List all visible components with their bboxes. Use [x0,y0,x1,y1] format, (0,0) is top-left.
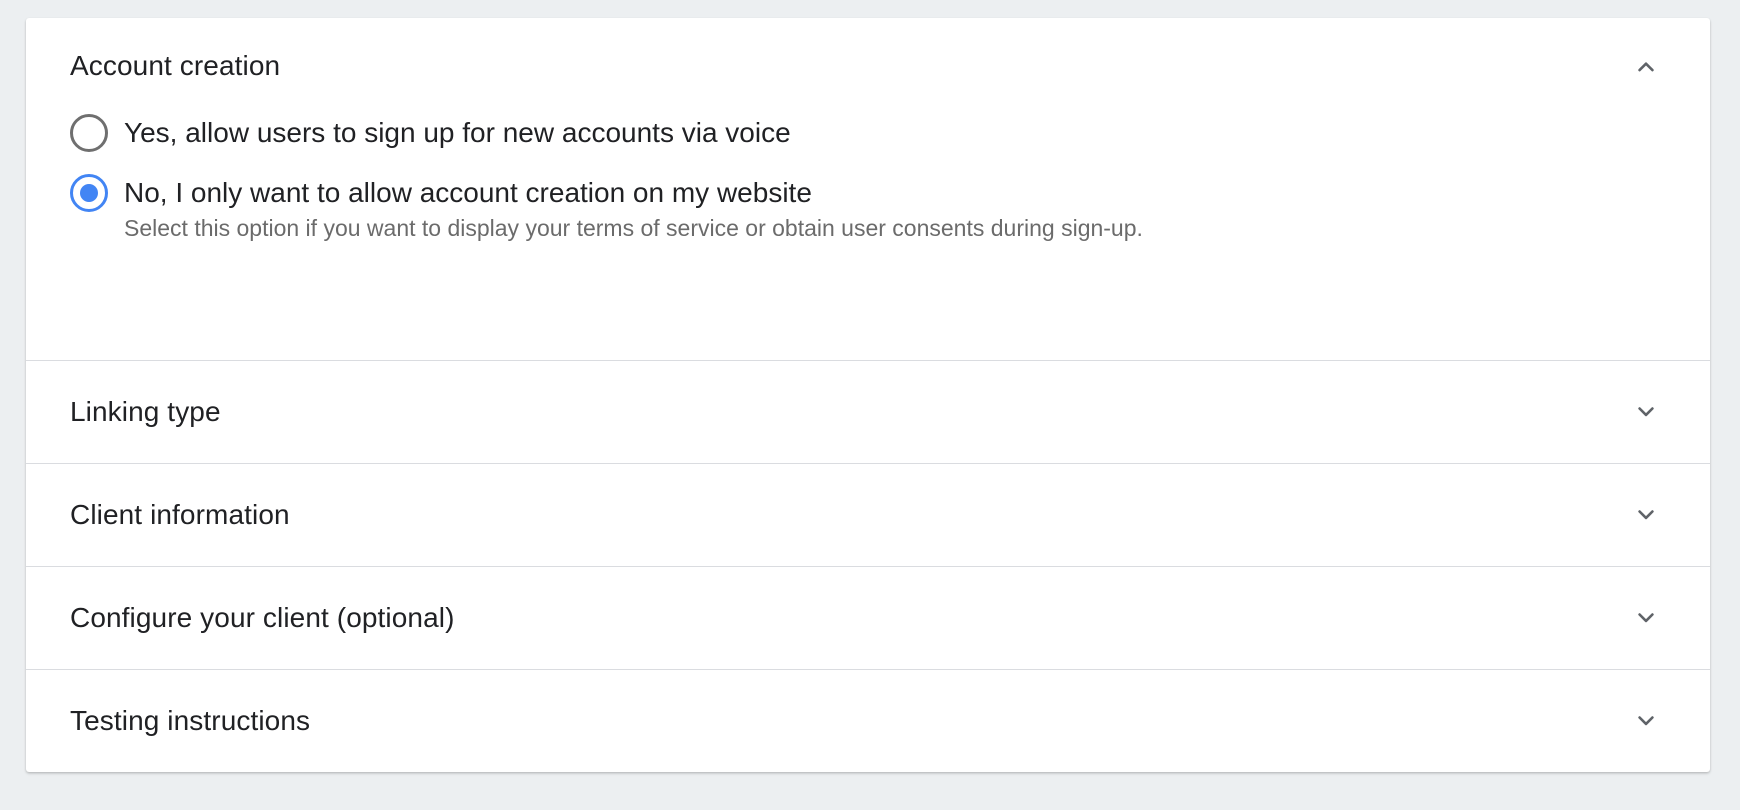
radio-button-allow-voice-signup[interactable] [70,114,108,152]
panel-title: Configure your client (optional) [70,602,455,633]
radio-text: Yes, allow users to sign up for new acco… [124,114,791,150]
radio-text: No, I only want to allow account creatio… [124,174,1143,244]
panel-configure-client: Configure your client (optional) [26,567,1710,670]
chevron-down-icon[interactable] [1632,604,1660,632]
panel-testing-instructions: Testing instructions [26,670,1710,772]
chevron-down-icon[interactable] [1632,398,1660,426]
radio-label: No, I only want to allow account creatio… [124,177,812,208]
panel-title: Linking type [70,396,221,427]
panel-client-information: Client information [26,464,1710,567]
panel-header-account-creation[interactable]: Account creation [26,18,1710,114]
panel-header-testing-instructions[interactable]: Testing instructions [26,670,1710,772]
radio-option-website-only[interactable]: No, I only want to allow account creatio… [70,174,1666,244]
chevron-down-icon[interactable] [1632,707,1660,735]
panel-title: Client information [70,499,290,530]
radio-label: Yes, allow users to sign up for new acco… [124,117,791,148]
account-linking-card: Account creation Yes, allow users to sig… [26,18,1710,772]
radio-hint: Select this option if you want to displa… [124,215,1143,241]
chevron-up-icon[interactable] [1632,52,1660,80]
panel-account-creation: Account creation Yes, allow users to sig… [26,18,1710,361]
panel-title: Account creation [70,50,281,81]
panel-title: Testing instructions [70,705,311,736]
panel-header-configure-client[interactable]: Configure your client (optional) [26,567,1710,669]
panel-linking-type: Linking type [26,361,1710,464]
radio-button-website-only[interactable] [70,174,108,212]
panel-body-account-creation: Yes, allow users to sign up for new acco… [26,114,1710,360]
radio-option-allow-voice-signup[interactable]: Yes, allow users to sign up for new acco… [70,114,1666,152]
panel-header-client-information[interactable]: Client information [26,464,1710,566]
panel-header-linking-type[interactable]: Linking type [26,361,1710,463]
chevron-down-icon[interactable] [1632,501,1660,529]
